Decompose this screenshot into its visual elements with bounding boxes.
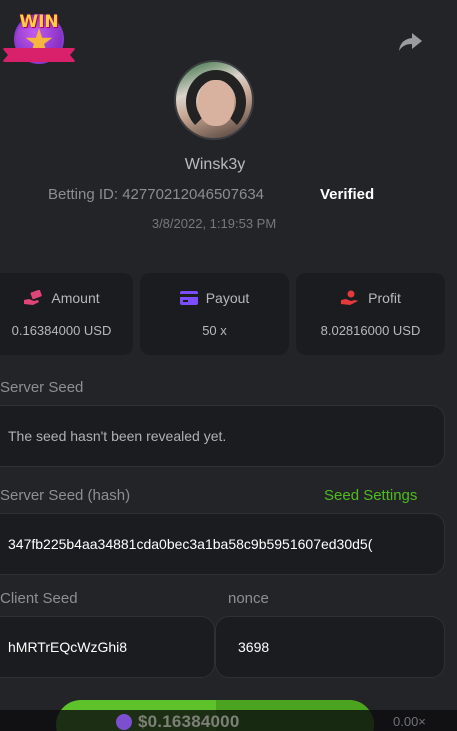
server-seed-field[interactable]: The seed hasn't been revealed yet.: [0, 405, 445, 467]
avatar: [174, 60, 254, 140]
profit-label: Profit: [368, 290, 401, 306]
payout-card: Payout 50 x: [140, 273, 289, 355]
badge-win-text: WIN: [19, 12, 59, 32]
amount-value: 0.16384000 USD: [11, 323, 112, 338]
seed-settings-link[interactable]: Seed Settings: [324, 487, 417, 504]
profit-card: Profit 8.02816000 USD: [296, 273, 445, 355]
server-seed-label: Server Seed: [0, 379, 84, 396]
server-seed-hash-value: 347fb225b4aa34881cda0bec3a1ba58c9b595160…: [8, 536, 373, 552]
bottom-bet-bar: $0.16384000 0.00×: [0, 710, 457, 731]
nonce-label: nonce: [228, 590, 269, 607]
badge-ribbon: [2, 48, 76, 62]
client-seed-field[interactable]: hMRTrEQcWzGhi8: [0, 616, 215, 678]
avatar-face: [198, 80, 234, 126]
client-seed-label: Client Seed: [0, 590, 78, 607]
amount-label: Amount: [51, 290, 100, 306]
share-icon[interactable]: [398, 31, 424, 53]
profit-hand-icon: [340, 290, 360, 306]
card-icon: [179, 291, 198, 305]
server-seed-hash-field[interactable]: 347fb225b4aa34881cda0bec3a1ba58c9b595160…: [0, 513, 445, 575]
nonce-field[interactable]: 3698: [215, 616, 445, 678]
bet-timestamp: 3/8/2022, 1:19:53 PM: [151, 216, 277, 231]
win-badge-logo: WIN: [0, 10, 78, 70]
client-seed-value: hMRTrEQcWzGhi8: [8, 639, 128, 655]
betting-id: Betting ID: 42770212046507634: [48, 186, 265, 203]
coin-icon: [116, 714, 132, 730]
money-hand-icon: [23, 290, 43, 306]
username: Winsk3y: [184, 156, 246, 173]
server-seed-value: The seed hasn't been revealed yet.: [8, 428, 227, 444]
profit-card-header: Profit: [296, 290, 445, 306]
profit-value: 8.02816000 USD: [320, 323, 421, 338]
bottom-multiplier: 0.00×: [393, 714, 426, 729]
amount-card-header: Amount: [0, 290, 133, 306]
payout-value: 50 x: [202, 323, 227, 338]
nonce-value: 3698: [238, 639, 270, 655]
server-seed-hash-label: Server Seed (hash): [0, 487, 131, 504]
verified-badge: Verified: [320, 186, 375, 203]
bottom-bet-amount: $0.16384000: [138, 712, 240, 731]
payout-label: Payout: [205, 290, 250, 306]
payout-card-header: Payout: [140, 290, 289, 306]
amount-card: Amount 0.16384000 USD: [0, 273, 133, 355]
